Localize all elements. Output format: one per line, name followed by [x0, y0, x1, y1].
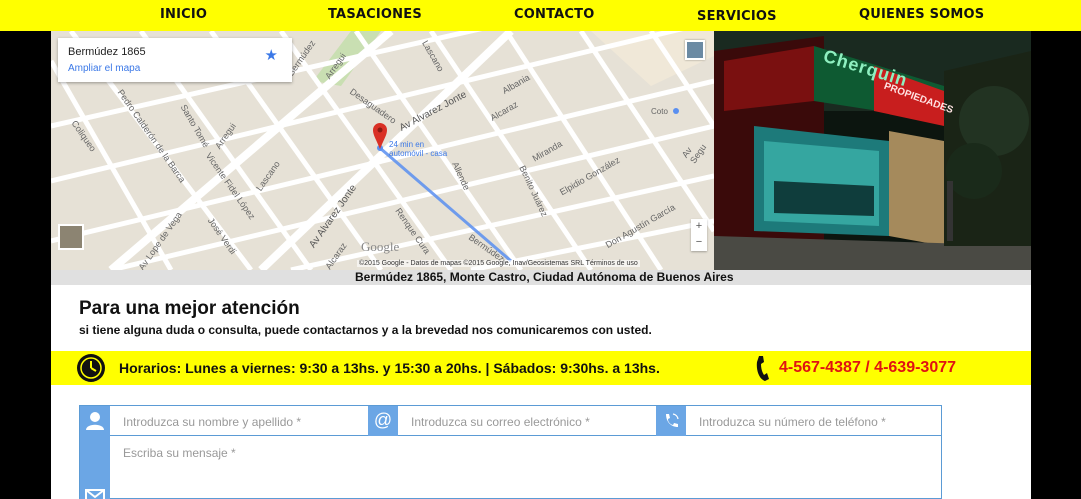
address-caption-bar: Bermúdez 1865, Monte Castro, Ciudad Autó…	[51, 270, 1031, 285]
form-icon-column	[80, 406, 110, 499]
business-hours: Horarios: Lunes a viernes: 9:30 a 13hs. …	[119, 360, 660, 376]
map-info-card: Bermúdez 1865 Ampliar el mapa ★	[58, 38, 292, 82]
contact-form: Introduzca su nombre y apellido * @ Intr…	[79, 405, 942, 499]
phone-numbers[interactable]: 4-567-4387 / 4-639-3077	[779, 359, 956, 377]
street-label: Vicente Fidel López	[203, 150, 258, 222]
at-icon: @	[368, 406, 398, 436]
hours-bar: Horarios: Lunes a viernes: 9:30 a 13hs. …	[51, 351, 1031, 385]
street-label: José Verdi	[205, 215, 239, 257]
street-label: Miranda	[530, 138, 564, 164]
google-logo: Google	[361, 239, 400, 254]
street-label: Allende	[450, 160, 472, 192]
zoom-out-button[interactable]: −	[691, 235, 707, 251]
contact-section: Para una mejor atención si tiene alguna …	[51, 285, 1031, 499]
enlarge-map-link[interactable]: Ampliar el mapa	[68, 63, 140, 74]
message-textarea[interactable]: Escriba su mensaje *	[110, 436, 941, 498]
street-label: Coliqueo	[69, 118, 99, 154]
nav-servicios[interactable]: SERVICIOS	[697, 9, 777, 24]
zoom-control: + −	[691, 219, 707, 251]
phone-icon	[756, 356, 769, 381]
street-label: Alcaraz	[323, 240, 349, 270]
contact-subtext: si tiene alguna duda o consulta, puede c…	[79, 323, 652, 337]
envelope-icon	[85, 489, 105, 499]
street-label: Av Alvarez Jonte	[397, 89, 469, 134]
contact-heading: Para una mejor atención	[79, 298, 300, 319]
user-avatar[interactable]	[685, 40, 705, 60]
google-map[interactable]: Av Alvarez Jonte Av Alvarez Jonte Desagu…	[51, 31, 714, 270]
poi-label: Coto	[651, 107, 668, 116]
route-label: 24 min en automóvil - casa	[389, 140, 448, 158]
map-attribution[interactable]: ©2015 Google - Datos de mapas ©2015 Goog…	[357, 260, 640, 267]
street-label: Elpidio González	[558, 154, 622, 198]
email-input[interactable]: Introduzca su correo electrónico *	[398, 406, 656, 436]
satellite-toggle[interactable]	[58, 224, 84, 250]
street-label: Pedro Calderón de la Barca	[115, 87, 188, 185]
street-label: Desaguadero	[348, 86, 399, 126]
street-label: Santo Tomé	[178, 102, 212, 150]
street-label: Arregui	[323, 51, 348, 81]
street-label: Benito Juárez	[517, 163, 550, 219]
top-nav: INICIO TASACIONES CONTACTO SERVICIOS QUI…	[0, 0, 1081, 31]
user-icon	[86, 412, 104, 430]
street-label: Lascano	[420, 38, 446, 74]
street-label: Arregui	[213, 121, 238, 151]
street-label: Av Alvarez Jonte	[307, 182, 359, 251]
street-label: Av Segu	[679, 142, 709, 166]
phone-input[interactable]: Introduzca su número de teléfono *	[686, 406, 941, 436]
street-label: Don Agustín García	[603, 202, 677, 250]
map-card-title: Bermúdez 1865	[68, 46, 146, 58]
phone-ring-icon	[656, 406, 686, 436]
zoom-in-button[interactable]: +	[691, 219, 707, 235]
nav-tasaciones[interactable]: TASACIONES	[328, 7, 422, 22]
street-label: Lascano	[254, 159, 282, 193]
storefront-photo: Cherquin PROPIEDADES	[714, 31, 1031, 270]
street-label: Albania	[500, 72, 532, 96]
nav-contacto[interactable]: CONTACTO	[514, 7, 594, 22]
clock-icon	[77, 354, 105, 382]
nav-inicio[interactable]: INICIO	[160, 7, 207, 22]
street-label: Alcaraz	[488, 99, 520, 123]
nav-quienes-somos[interactable]: QUIENES SOMOS	[859, 7, 984, 22]
name-input[interactable]: Introduzca su nombre y apellido *	[110, 406, 368, 436]
star-icon[interactable]: ★	[265, 46, 278, 64]
address-caption: Bermúdez 1865, Monte Castro, Ciudad Autó…	[355, 270, 734, 284]
street-label: Av Lope de Vega	[136, 210, 184, 270]
